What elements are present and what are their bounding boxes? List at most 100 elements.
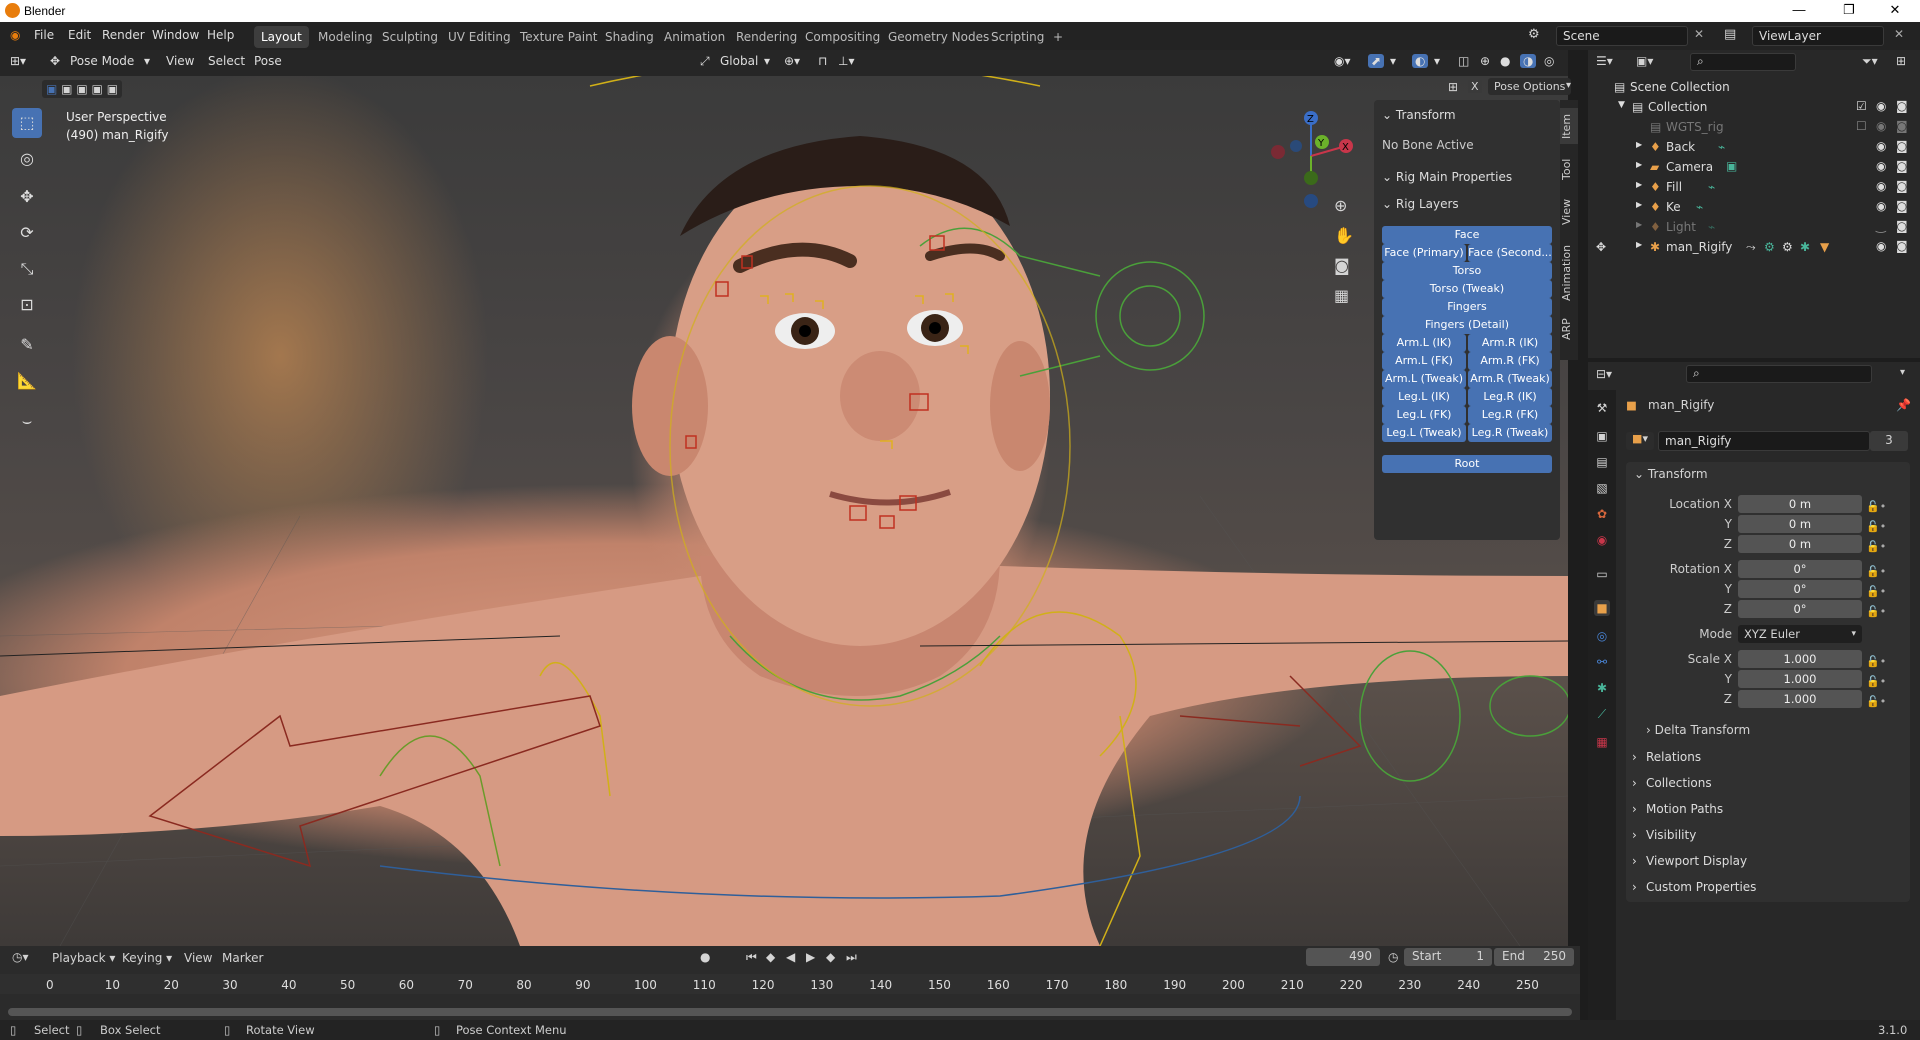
lock-icons-rotation[interactable]: 🔓• 🔓• 🔓• <box>1866 562 1886 622</box>
properties-options-icon[interactable]: ▾ <box>1900 367 1905 378</box>
layer-leg-l-tweak-button[interactable]: Leg.L (Tweak) <box>1382 424 1466 442</box>
menu-file[interactable]: File <box>34 28 54 42</box>
menu-render[interactable]: Render <box>102 28 145 42</box>
material-shading-icon[interactable]: ◑ <box>1520 54 1537 68</box>
bone-tab-icon[interactable]: ⟋ <box>1594 706 1610 722</box>
x-mirror-toggle[interactable]: X <box>1468 80 1482 93</box>
filter-icon[interactable]: ⏷▾ <box>1862 54 1878 69</box>
expand-icon[interactable]: ▶ <box>1636 220 1642 229</box>
location-y-field[interactable]: 0 m <box>1738 515 1862 533</box>
rotation-x-field[interactable]: 0° <box>1738 560 1862 578</box>
layer-leg-l-fk-button[interactable]: Leg.L (FK) <box>1382 406 1466 424</box>
layer-arm-l-tweak-button[interactable]: Arm.L (Tweak) <box>1382 370 1466 388</box>
close-button[interactable]: ✕ <box>1880 2 1910 18</box>
menu-marker[interactable]: Marker <box>222 951 263 965</box>
transform-section-header[interactable]: ⌄ Transform <box>1634 467 1708 481</box>
eye-icon[interactable]: ◉ <box>1876 159 1886 173</box>
physics-tab-icon[interactable]: ◎ <box>1594 628 1610 644</box>
gizmo-chevron-icon[interactable]: ▾ <box>1390 54 1396 68</box>
layer-arm-l-fk-button[interactable]: Arm.L (FK) <box>1382 352 1466 370</box>
users-count[interactable]: 3 <box>1870 431 1908 451</box>
editor-type-icon[interactable]: ⊞▾ <box>10 54 26 68</box>
move-tool-icon[interactable]: ✥ <box>12 182 42 212</box>
tab-shading[interactable]: Shading <box>598 26 661 48</box>
scale-x-field[interactable]: 1.000 <box>1738 650 1862 668</box>
rotation-y-field[interactable]: 0° <box>1738 580 1862 598</box>
overlay-toggle-icon[interactable]: ◐ <box>1412 54 1429 68</box>
gizmo-toggle-icon[interactable]: ⬈ <box>1368 54 1385 68</box>
transform-panel-header[interactable]: ⌄ Transform <box>1382 108 1456 122</box>
select-invert-icon[interactable]: ▣ <box>92 82 103 96</box>
tab-tool[interactable]: Tool <box>1560 152 1578 186</box>
scene-selector[interactable]: Scene <box>1556 26 1688 46</box>
location-x-field[interactable]: 0 m <box>1738 495 1862 513</box>
select-new-icon[interactable]: ▣ <box>46 82 57 96</box>
new-collection-icon[interactable]: ⊞ <box>1896 54 1906 68</box>
mode-selector[interactable]: Pose Mode <box>70 54 134 68</box>
rotate-tool-icon[interactable]: ⟳ <box>12 218 42 248</box>
layer-arm-r-ik-button[interactable]: Arm.R (IK) <box>1468 334 1552 352</box>
maximize-button[interactable]: ❐ <box>1834 2 1864 18</box>
close-view-layer-icon[interactable]: ✕ <box>1894 27 1904 41</box>
layer-leg-r-tweak-button[interactable]: Leg.R (Tweak) <box>1468 424 1552 442</box>
select-subtract-icon[interactable]: ▣ <box>76 82 87 96</box>
scale-tool-icon[interactable]: ⤡ <box>12 254 42 284</box>
lock-icons-location[interactable]: 🔓• 🔓• 🔓• <box>1866 497 1886 557</box>
cursor-tool-icon[interactable]: ◎ <box>12 144 42 174</box>
tab-item[interactable]: Item <box>1560 108 1578 144</box>
outliner-editor-icon[interactable]: ☰▾ <box>1596 54 1613 68</box>
snap-icon[interactable]: ⊓ <box>818 54 827 68</box>
tool-tab-icon[interactable]: ⚒ <box>1594 400 1610 416</box>
measure-tool-icon[interactable]: 📐 <box>12 366 42 396</box>
pivot-icon[interactable]: ⊕▾ <box>784 54 800 68</box>
tab-texture-paint[interactable]: Texture Paint <box>513 26 604 48</box>
add-workspace-button[interactable]: + <box>1046 26 1070 48</box>
camera-restrict-icon[interactable]: ◙ <box>1896 99 1908 113</box>
viewport-display-section[interactable]: › Viewport Display <box>1626 850 1910 872</box>
camera-restrict-icon[interactable]: ◙ <box>1896 219 1908 233</box>
play-reverse-icon[interactable]: ◀ <box>786 950 795 964</box>
menu-help[interactable]: Help <box>207 28 234 42</box>
menu-view[interactable]: View <box>166 54 194 68</box>
layer-face-button[interactable]: Face <box>1382 226 1552 244</box>
display-mode-icon[interactable]: ▣▾ <box>1636 54 1653 68</box>
layer-torso-tweak-button[interactable]: Torso (Tweak) <box>1382 280 1552 298</box>
jump-start-icon[interactable]: ⏮ <box>746 950 757 965</box>
pin-icon[interactable]: 📌 <box>1896 398 1911 412</box>
camera-restrict-icon[interactable]: ◙ <box>1896 139 1908 153</box>
3d-viewport[interactable]: Z X Y ⊕ ✋ ◙ ▦ <box>0 76 1568 946</box>
current-frame-field[interactable]: 490 <box>1306 948 1380 966</box>
visibility-section[interactable]: › Visibility <box>1626 824 1910 846</box>
layer-leg-r-ik-button[interactable]: Leg.R (IK) <box>1468 388 1552 406</box>
expand-icon[interactable]: ▶ <box>1636 160 1642 169</box>
layer-fingers-button[interactable]: Fingers <box>1382 298 1552 316</box>
outliner-row-back[interactable]: ▶ ♦ Back ⌁ ◉ ◙ <box>1588 137 1920 157</box>
checkbox-icon[interactable]: ☑ <box>1856 99 1867 113</box>
texture-tab-icon[interactable]: ▦ <box>1594 734 1610 750</box>
tab-animation[interactable]: Animation <box>1560 240 1578 306</box>
outliner-row-collection[interactable]: ▼ ▤ Collection ☑ ◉ ◙ <box>1588 97 1920 117</box>
menu-pose[interactable]: Pose <box>254 54 282 68</box>
custom-properties-section[interactable]: › Custom Properties <box>1626 876 1910 898</box>
scale-y-field[interactable]: 1.000 <box>1738 670 1862 688</box>
xray-icon[interactable]: ◫ <box>1458 54 1469 68</box>
close-scene-icon[interactable]: ✕ <box>1694 27 1704 41</box>
select-extend-icon[interactable]: ▣ <box>61 82 72 96</box>
layer-face-primary-button[interactable]: Face (Primary) <box>1382 244 1466 262</box>
object-tab-icon[interactable]: ■ <box>1594 600 1610 616</box>
menu-keying[interactable]: Keying ▾ <box>122 951 172 965</box>
menu-select[interactable]: Select <box>208 54 245 68</box>
outliner-row-camera[interactable]: ▶ ▰ Camera ▣ ◉ ◙ <box>1588 157 1920 177</box>
delta-transform-header[interactable]: › Delta Transform <box>1646 723 1750 737</box>
layer-leg-l-ik-button[interactable]: Leg.L (IK) <box>1382 388 1466 406</box>
solid-shading-icon[interactable]: ● <box>1500 54 1510 68</box>
tab-animation[interactable]: Animation <box>657 26 732 48</box>
annotate-tool-icon[interactable]: ✎ <box>12 330 42 360</box>
layer-leg-r-fk-button[interactable]: Leg.R (FK) <box>1468 406 1552 424</box>
relax-pose-tool-icon[interactable]: ⌣ <box>12 406 42 436</box>
expand-icon[interactable]: ▶ <box>1636 240 1642 249</box>
outliner-row-ke[interactable]: ▶ ♦ Ke ⌁ ◉ ◙ <box>1588 197 1920 217</box>
eye-icon[interactable]: ◉ <box>1876 199 1886 213</box>
eye-icon[interactable]: ◉ <box>1876 139 1886 153</box>
checkbox-icon[interactable]: ☐ <box>1856 119 1867 133</box>
